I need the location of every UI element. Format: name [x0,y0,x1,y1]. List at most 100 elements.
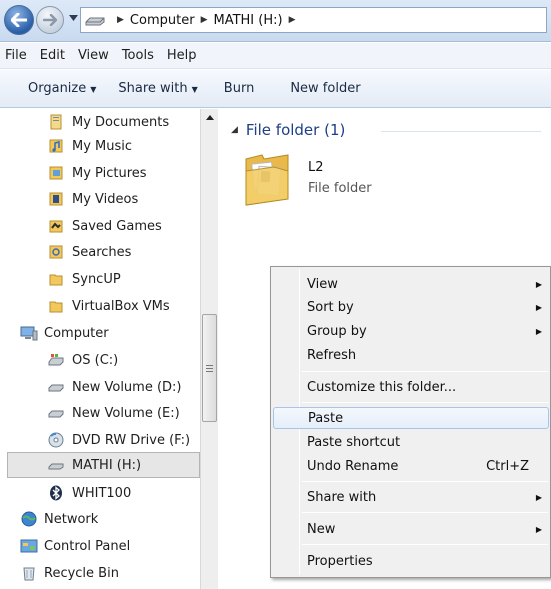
menu-tools[interactable]: Tools [122,48,154,63]
nav-item-recycle-bin[interactable]: Recycle Bin [20,560,119,586]
menu-item-group-by[interactable]: Group by ▶ [273,320,549,342]
organize-label: Organize [28,81,87,96]
menu-item-properties[interactable]: Properties [273,550,549,572]
nav-item-control-panel[interactable]: Control Panel [20,533,130,559]
file-type: File folder [308,181,372,196]
saved-games-icon [48,218,64,234]
menu-item-customize-folder[interactable]: Customize this folder... [273,376,549,398]
file-name: L2 [308,160,324,175]
nav-item-network[interactable]: Network [20,506,98,532]
nav-item-searches[interactable]: Searches [48,239,131,265]
nav-label: VirtualBox VMs [72,298,170,314]
share-with-button[interactable]: Share with ▼ [118,81,197,96]
nav-item-syncup[interactable]: SyncUP [48,266,121,292]
collapse-triangle-icon[interactable]: ◢ [231,125,238,135]
forward-button[interactable] [36,6,64,34]
computer-icon [20,325,38,341]
menu-item-label: Share with [307,489,377,505]
nav-item-my-music[interactable]: My Music [48,133,132,159]
nav-label: WHIT100 [72,485,132,501]
nav-item-new-volume-d[interactable]: New Volume (D:) [48,374,182,400]
scroll-up-button[interactable] [201,109,218,126]
nav-item-os-c[interactable]: OS (C:) [48,347,118,373]
address-bar: ▶ Computer ▶ MATHI (H:) ▶ [0,0,551,42]
menu-item-undo-rename[interactable]: Undo Rename Ctrl+Z [273,455,549,477]
menu-separator [302,481,548,482]
scroll-up-arrow-icon [205,115,214,120]
submenu-arrow-icon: ▶ [535,524,542,534]
file-item-l2[interactable]: L2 File folder [244,149,394,219]
nav-item-mathi-h[interactable]: MATHI (H:) [7,452,200,478]
scrollbar-thumb[interactable] [202,314,217,422]
menu-separator [302,544,548,545]
folder-icon [48,271,64,287]
navigation-scrollbar[interactable] [200,109,218,589]
menu-view[interactable]: View [78,48,109,63]
grip-icon [206,364,213,372]
searches-icon [48,244,64,260]
group-header-label: File folder (1) [245,121,346,139]
menu-file[interactable]: File [5,48,27,63]
bluetooth-icon [48,485,64,501]
nav-item-my-pictures[interactable]: My Pictures [48,160,147,186]
recycle-bin-icon [20,565,38,581]
group-header[interactable]: ◢ File folder (1) [231,121,345,139]
recent-pages-chevron-icon[interactable] [69,15,78,21]
menu-separator [302,402,548,403]
back-button[interactable] [4,5,34,35]
folder-icon [245,154,289,206]
menu-edit[interactable]: Edit [40,48,65,63]
menu-item-label: View [307,276,338,292]
breadcrumb-separator-icon[interactable]: ▶ [201,15,208,25]
nav-item-virtualbox-vms[interactable]: VirtualBox VMs [48,293,170,319]
menu-item-label: Undo Rename [307,458,399,474]
organize-button[interactable]: Organize ▼ [28,81,96,96]
breadcrumb-separator-icon[interactable]: ▶ [289,15,296,25]
menu-item-paste-shortcut[interactable]: Paste shortcut [273,431,549,453]
nav-label: Network [44,511,99,527]
nav-label: New Volume (D:) [72,379,182,395]
nav-label: Control Panel [44,538,131,554]
menu-separator [302,512,548,513]
group-divider [381,131,541,132]
removable-drive-icon [85,15,105,26]
share-with-label: Share with [118,81,188,96]
submenu-arrow-icon: ▶ [535,492,542,502]
menu-item-label: Paste [308,410,344,426]
chevron-down-icon: ▼ [90,85,97,94]
menu-item-view[interactable]: View ▶ [273,273,549,295]
menu-item-label: Sort by [307,299,354,315]
burn-button[interactable]: Burn [224,81,255,96]
nav-item-whit100[interactable]: WHIT100 [48,480,131,506]
menu-item-refresh[interactable]: Refresh [273,344,549,366]
breadcrumb-separator-icon: ▶ [117,15,124,25]
menu-bar: File Edit View Tools Help [0,43,551,69]
videos-folder-icon [48,191,64,207]
menu-item-paste[interactable]: Paste [273,407,549,429]
breadcrumb-mathi[interactable]: MATHI (H:) [213,13,282,28]
menu-item-label: Refresh [307,347,357,363]
nav-item-saved-games[interactable]: Saved Games [48,213,162,239]
menu-separator [302,371,548,372]
menu-help[interactable]: Help [167,48,197,63]
breadcrumb-computer[interactable]: Computer [130,13,195,28]
documents-folder-icon [48,114,64,130]
menu-item-share-with[interactable]: Share with ▶ [273,486,549,508]
menu-item-sort-by[interactable]: Sort by ▶ [273,296,549,318]
nav-item-my-videos[interactable]: My Videos [48,186,138,212]
navigation-pane: My Documents My Music My Pictures My Vid… [0,109,218,589]
address-field[interactable]: ▶ Computer ▶ MATHI (H:) ▶ [80,7,547,33]
removable-drive-icon [48,457,64,473]
nav-item-dvd-rw-drive[interactable]: DVD RW Drive (F:) [48,427,190,453]
nav-label: Saved Games [72,218,162,234]
nav-label: Recycle Bin [44,565,119,581]
network-icon [20,511,38,527]
nav-item-new-volume-e[interactable]: New Volume (E:) [48,400,180,426]
menu-item-new[interactable]: New ▶ [273,518,549,540]
nav-label: OS (C:) [72,352,119,368]
new-folder-button[interactable]: New folder [290,81,360,96]
drive-icon [48,405,64,421]
nav-item-computer[interactable]: Computer [20,320,109,346]
menu-item-label: Properties [307,553,373,569]
nav-item-my-documents[interactable]: My Documents [48,109,169,135]
